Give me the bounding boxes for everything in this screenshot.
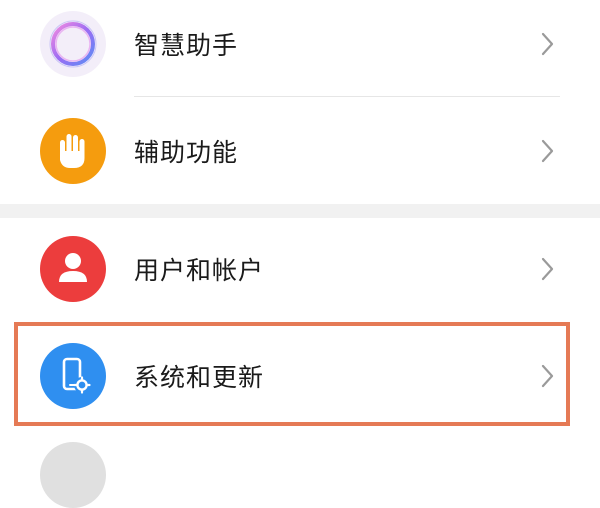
settings-item-label: 智慧助手 — [134, 31, 239, 60]
settings-group-top: 智慧助手 辅助功能 — [0, 0, 600, 204]
user-icon — [40, 236, 106, 302]
chevron-right-icon — [540, 30, 556, 58]
settings-item-label: 系统和更新 — [134, 363, 265, 392]
settings-item-label: 辅助功能 — [134, 138, 239, 167]
chevron-right-icon — [540, 137, 556, 165]
partial-next-item-icon — [40, 442, 106, 508]
system-update-icon — [40, 343, 106, 409]
divider — [134, 96, 560, 97]
settings-item-users-accounts[interactable]: 用户和帐户 — [0, 219, 600, 319]
chevron-right-icon — [540, 255, 556, 283]
hand-icon — [40, 118, 106, 184]
settings-item-accessibility[interactable]: 辅助功能 — [0, 101, 600, 201]
settings-item-system-updates[interactable]: 系统和更新 — [0, 326, 600, 426]
settings-item-label: 用户和帐户 — [134, 256, 265, 285]
section-separator — [0, 204, 600, 218]
settings-group-bottom: 用户和帐户 系统和更新 — [0, 218, 600, 450]
chevron-right-icon — [540, 362, 556, 390]
settings-item-smart-assistant[interactable]: 智慧助手 — [0, 0, 600, 94]
ai-assistant-icon — [40, 11, 106, 77]
